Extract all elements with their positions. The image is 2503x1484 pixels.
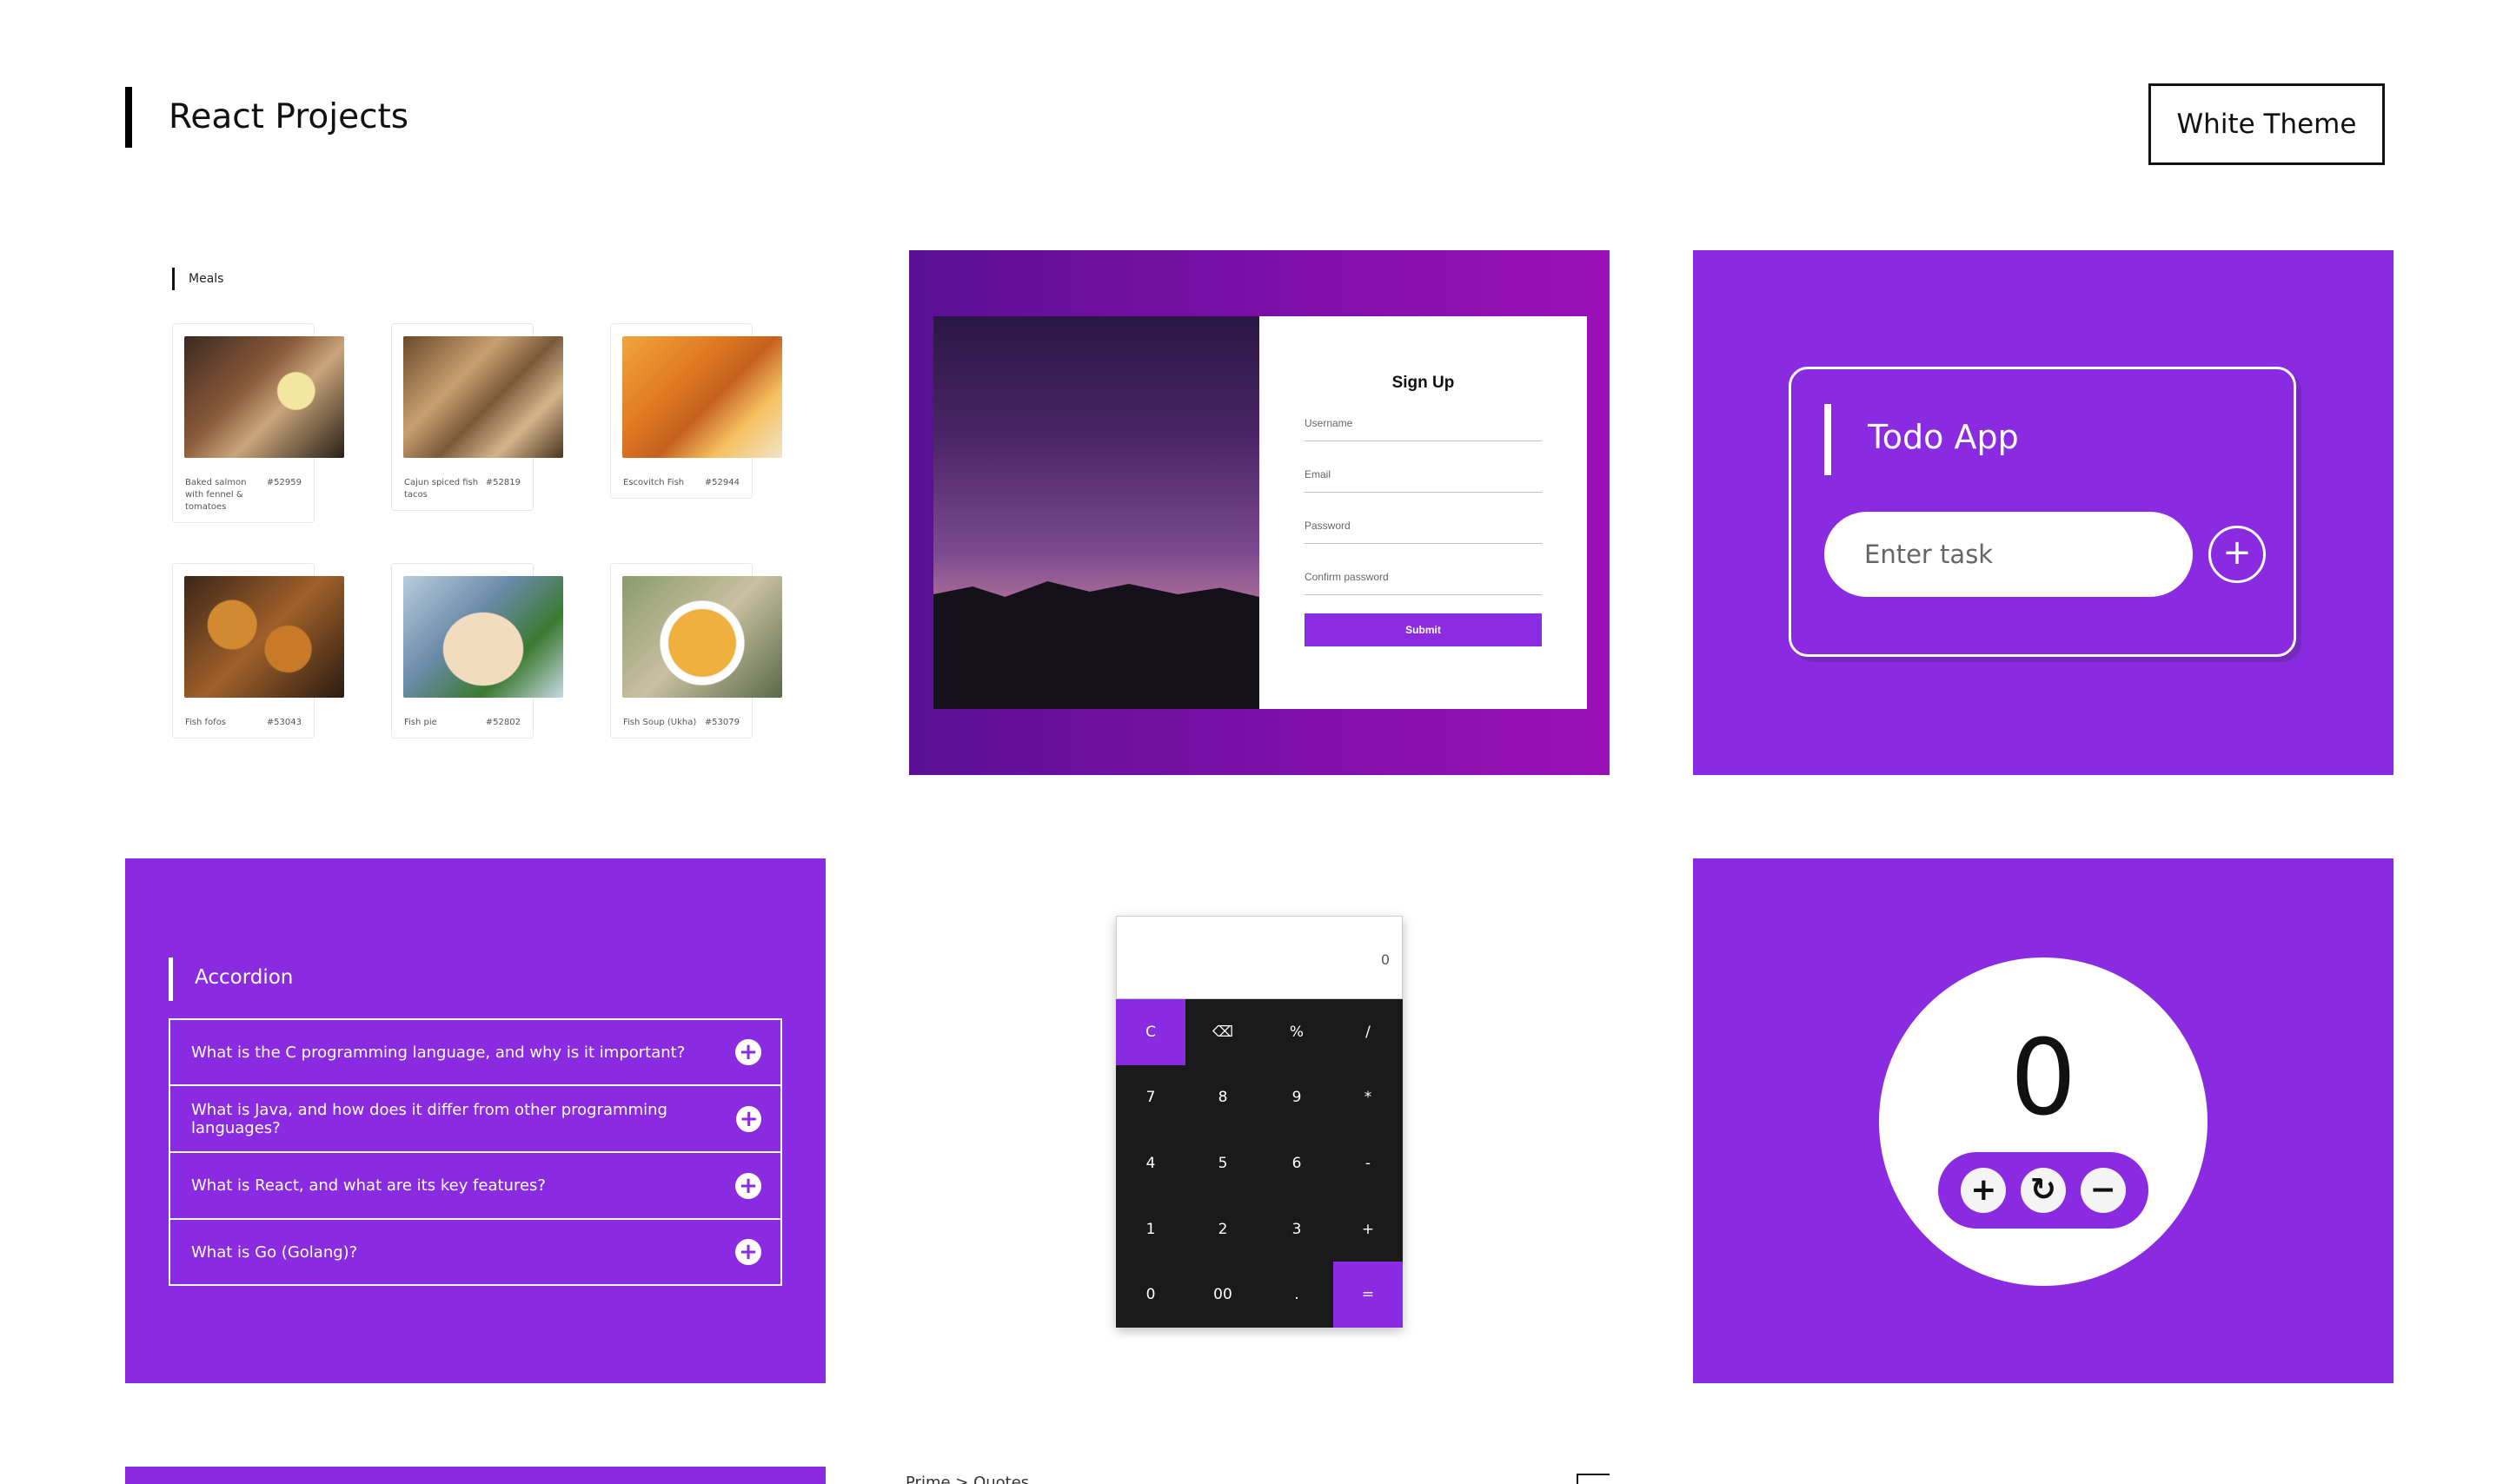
digit-key-9[interactable]: 9 (1260, 1064, 1333, 1131)
meals-header-bar (172, 268, 175, 290)
signup-title: Sign Up (1391, 374, 1455, 392)
theme-toggle-button[interactable]: White Theme (2148, 83, 2385, 165)
counter-value: 0 (2009, 1018, 2077, 1139)
email-field[interactable]: Email (1305, 467, 1542, 493)
meal-card[interactable]: Fish pie #52802 (391, 563, 563, 739)
decrement-minus-icon[interactable]: − (2080, 1168, 2126, 1213)
page-title: React Projects (169, 97, 409, 136)
meal-id: #52959 (266, 478, 302, 487)
expand-plus-icon[interactable]: + (735, 1172, 761, 1199)
meal-name: Fish pie (404, 718, 437, 727)
expand-plus-icon[interactable]: + (736, 1105, 761, 1132)
todo-title: Todo App (1868, 418, 2019, 456)
next-project-card[interactable] (125, 1467, 826, 1484)
meal-id: #52819 (485, 478, 521, 487)
digit-key-6[interactable]: 6 (1260, 1130, 1333, 1196)
accordion-question: What is Java, and how does it differ fro… (191, 1100, 667, 1137)
digit-key-5[interactable]: 5 (1185, 1130, 1260, 1196)
meal-name: Cajun spiced fish tacos (404, 478, 479, 500)
digit-key-7[interactable]: 7 (1116, 1064, 1185, 1131)
quotes-breadcrumb: Prime > Quotes (906, 1474, 1030, 1484)
night-sky-image (933, 316, 1259, 709)
digit-key-0[interactable]: 0 (1116, 1262, 1185, 1328)
digit-key-8[interactable]: 8 (1185, 1064, 1260, 1131)
percent-key[interactable]: % (1260, 999, 1333, 1065)
counter-controls: + ↻ − (1938, 1152, 2148, 1229)
calculator-display: 0 (1116, 916, 1403, 999)
clear-key[interactable]: C (1116, 999, 1185, 1065)
meal-name: Escovitch Fish (623, 478, 685, 487)
expand-plus-icon[interactable]: + (735, 1039, 761, 1065)
accordion-question: What is Go (Golang)? (191, 1242, 358, 1262)
accordion-item[interactable]: What is the C programming language, and … (169, 1018, 782, 1085)
digit-key-2[interactable]: 2 (1185, 1196, 1260, 1262)
signup-form: Sign Up Username Email Password Confirm … (1259, 316, 1587, 709)
meal-card[interactable]: Baked salmon with fennel & tomatoes #5295… (172, 323, 344, 523)
add-task-icon[interactable]: + (2208, 526, 2266, 583)
digit-key-1[interactable]: 1 (1116, 1196, 1185, 1262)
meals-title: Meals (189, 272, 224, 286)
confirm-password-field[interactable]: Confirm password (1305, 569, 1542, 595)
meal-image (403, 576, 563, 698)
username-field[interactable]: Username (1305, 415, 1542, 441)
meal-image (622, 576, 782, 698)
meals-header: Meals (172, 268, 223, 290)
meal-id: #52802 (485, 718, 521, 727)
decimal-key[interactable]: . (1260, 1262, 1333, 1328)
mountain-silhouette (933, 581, 1259, 709)
meal-card[interactable]: Cajun spiced fish tacos #52819 (391, 323, 563, 511)
password-field[interactable]: Password (1305, 518, 1542, 544)
reset-icon[interactable]: ↻ (2020, 1168, 2066, 1213)
calculator-keypad: C ⌫ % / 7 8 9 * 4 5 6 - 1 2 3 + 0 00 . = (1116, 999, 1403, 1328)
meal-card[interactable]: Fish Soup (Ukha) #53079 (610, 563, 782, 739)
calculator-project-card[interactable]: 0 C ⌫ % / 7 8 9 * 4 5 6 - 1 2 3 + 0 00 .… (1116, 916, 1403, 1328)
meal-id: #52944 (704, 478, 740, 487)
signup-project-card[interactable]: Sign Up Username Email Password Confirm … (909, 250, 1610, 775)
meal-card[interactable]: Fish fofos #53043 (172, 563, 344, 739)
meal-image (403, 336, 563, 458)
meal-image (184, 336, 344, 458)
meal-image (622, 336, 782, 458)
todo-title-bar (1824, 404, 1831, 475)
meal-image (184, 576, 344, 698)
accordion-question: What is the C programming language, and … (191, 1043, 686, 1062)
multiply-key[interactable]: * (1333, 1064, 1403, 1131)
counter-project-card[interactable]: 0 + ↻ − (1693, 858, 2393, 1383)
submit-button[interactable]: Submit (1305, 613, 1542, 646)
increment-plus-icon[interactable]: + (1961, 1168, 2007, 1213)
task-input[interactable] (1824, 512, 2193, 597)
accordion-item[interactable]: What is Java, and how does it differ fro… (169, 1085, 782, 1152)
meal-id: #53043 (266, 718, 302, 727)
digit-key-4[interactable]: 4 (1116, 1130, 1185, 1196)
meal-name: Fish fofos (185, 718, 227, 727)
accordion-project-card[interactable]: Accordion What is the C programming lang… (125, 858, 826, 1383)
accordion-title-bar (169, 957, 173, 1001)
divide-key[interactable]: / (1333, 999, 1403, 1065)
title-accent-bar (125, 87, 132, 148)
double-zero-key[interactable]: 00 (1185, 1262, 1260, 1328)
subtract-key[interactable]: - (1333, 1130, 1403, 1196)
meal-id: #53079 (704, 718, 740, 727)
accordion-item[interactable]: What is Go (Golang)? + (169, 1219, 782, 1286)
meals-project-card[interactable]: Meals Baked salmon with fennel & tomatoe… (163, 250, 807, 772)
meal-name: Baked salmon with fennel & tomatoes (185, 478, 247, 512)
expand-plus-icon[interactable]: + (735, 1239, 761, 1265)
digit-key-3[interactable]: 3 (1260, 1196, 1333, 1262)
todo-box: Todo App + (1789, 367, 2296, 657)
accordion-list: What is the C programming language, and … (169, 1018, 782, 1286)
todo-project-card[interactable]: Todo App + (1693, 250, 2393, 775)
meal-card[interactable]: Escovitch Fish #52944 (610, 323, 782, 499)
meal-name: Fish Soup (Ukha) (623, 718, 697, 727)
accordion-item[interactable]: What is React, and what are its key feat… (169, 1152, 782, 1219)
backspace-key-icon[interactable]: ⌫ (1185, 999, 1260, 1065)
accordion-question: What is React, and what are its key feat… (191, 1176, 546, 1195)
counter-circle: 0 + ↻ − (1879, 957, 2208, 1286)
add-key[interactable]: + (1333, 1196, 1403, 1262)
corner-bracket (1577, 1474, 1610, 1484)
equals-key[interactable]: = (1333, 1262, 1403, 1328)
accordion-title: Accordion (195, 966, 294, 989)
